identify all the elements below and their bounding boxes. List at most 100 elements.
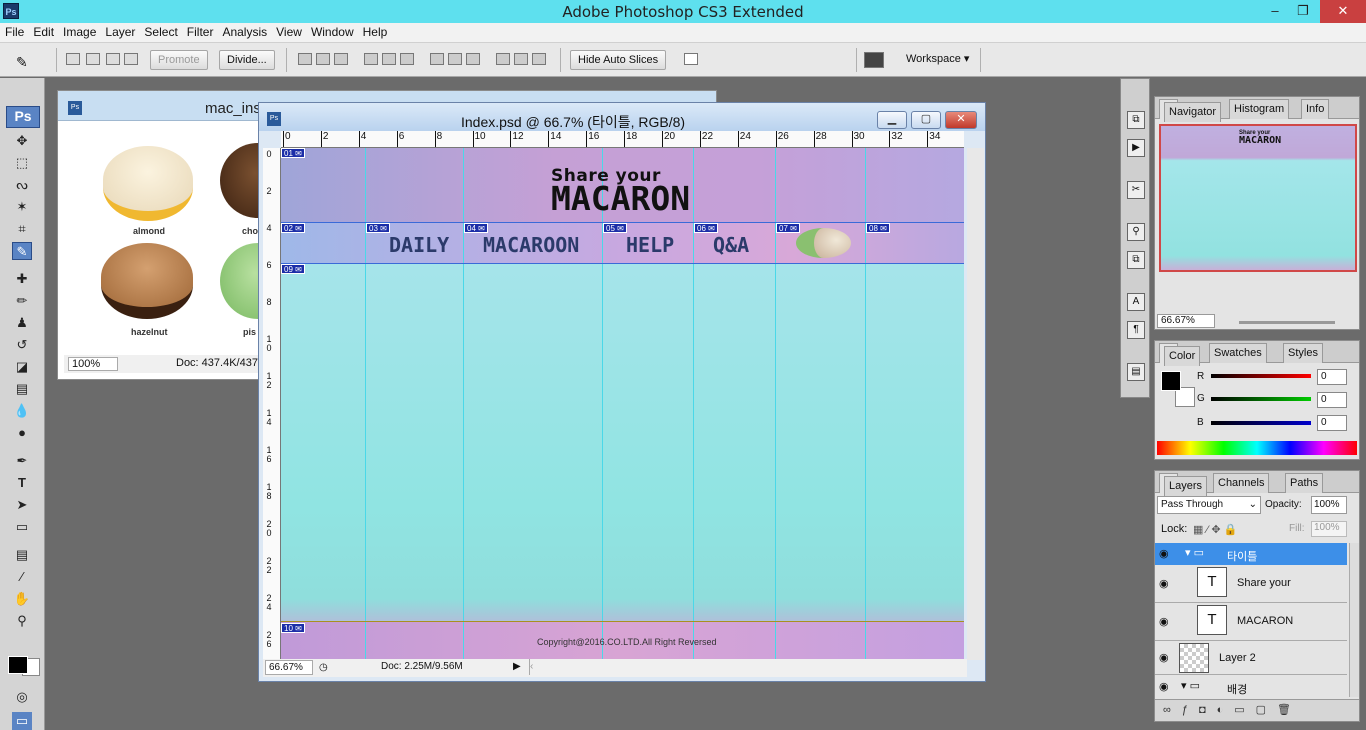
slice-badge[interactable]: 02 ✉ — [281, 223, 305, 233]
align-vcenter-icon[interactable] — [316, 53, 330, 65]
tab-navigator[interactable]: Navigator ✕ — [1159, 99, 1222, 122]
eye-icon[interactable]: ◉ — [1159, 651, 1169, 664]
slice-badge[interactable]: 09 ✉ — [281, 264, 305, 274]
promote-button[interactable]: Promote — [150, 50, 208, 70]
menu-image[interactable]: Image — [58, 23, 100, 39]
lasso-tool-icon[interactable]: ᔓ — [12, 176, 32, 194]
screen-mode-icon[interactable]: ▭ — [12, 712, 32, 730]
slice-badge[interactable]: 01 ✉ — [281, 148, 305, 158]
dodge-tool-icon[interactable]: ● — [12, 424, 32, 442]
layer-group-title[interactable]: ◉ ▾ ▭ 타이틀 — [1155, 543, 1347, 565]
opacity-input[interactable]: 100% — [1311, 496, 1347, 514]
distribute-bottom-icon[interactable] — [466, 53, 480, 65]
send-backward-icon[interactable] — [106, 53, 120, 65]
layer-macaron[interactable]: ◉ T MACARON — [1155, 603, 1347, 641]
doc2-zoom[interactable]: 66.67% — [265, 660, 313, 675]
tab-paths[interactable]: Paths — [1285, 473, 1324, 493]
align-bottom-icon[interactable] — [334, 53, 348, 65]
layer-share-your[interactable]: ◉ T Share your — [1155, 565, 1347, 603]
tab-color[interactable]: Color ✕ — [1159, 343, 1201, 366]
slice-badge[interactable]: 06 ✉ — [694, 223, 718, 233]
eyedropper-tool-icon[interactable]: ⁄ — [12, 568, 32, 586]
menu-filter[interactable]: Filter — [182, 23, 218, 39]
horizontal-scrollbar[interactable]: ‹ — [529, 659, 965, 675]
distribute-top-icon[interactable] — [430, 53, 444, 65]
workspace-menu[interactable]: Workspace ▾ — [906, 52, 969, 65]
menu-help[interactable]: Help — [358, 23, 392, 39]
align-top-icon[interactable] — [298, 53, 312, 65]
menu-edit[interactable]: Edit — [28, 23, 58, 39]
zoom-tool-icon[interactable]: ⚲ — [12, 612, 32, 630]
slice-badge[interactable]: 03 ✉ — [366, 223, 390, 233]
layer-comps-icon[interactable]: ▤ — [1127, 363, 1145, 381]
menu-analysis[interactable]: Analysis — [217, 23, 271, 39]
doc-maximize-button[interactable]: ▢ — [911, 111, 941, 129]
blur-tool-icon[interactable]: 💧 — [12, 402, 32, 420]
eye-icon[interactable]: ◉ — [1159, 577, 1169, 590]
fill-input[interactable]: 100% — [1311, 521, 1347, 537]
g-slider[interactable] — [1211, 397, 1311, 401]
navigator-zoom-slider[interactable] — [1239, 321, 1335, 324]
marquee-tool-icon[interactable]: ⬚ — [12, 154, 32, 172]
bridge-icon[interactable] — [864, 52, 884, 68]
clone-source-icon[interactable]: ⧉ — [1127, 251, 1145, 269]
quick-mask-icon[interactable]: ◎ — [12, 688, 32, 706]
fg-color-swatch[interactable] — [1161, 371, 1181, 391]
tab-info[interactable]: Info — [1301, 99, 1330, 119]
status-menu-icon[interactable]: ◷ — [319, 660, 328, 676]
slice-select-tool-icon[interactable]: ✎ — [16, 54, 30, 70]
menu-layer[interactable]: Layer — [100, 23, 139, 39]
tab-styles[interactable]: Styles — [1283, 343, 1323, 363]
type-tool-icon[interactable]: T — [12, 474, 32, 492]
lock-icons[interactable]: ▦ ⁄ ✥ 🔒 — [1193, 523, 1237, 536]
blend-mode-select[interactable]: Pass Through ⌄ — [1157, 496, 1261, 514]
distribute-right-icon[interactable] — [532, 53, 546, 65]
tab-layers[interactable]: Layers ✕ — [1159, 473, 1208, 496]
eye-icon[interactable]: ◉ — [1159, 547, 1169, 560]
eraser-tool-icon[interactable]: ◪ — [12, 358, 32, 376]
layers-footer-icons[interactable]: ∞ƒ◘◐▭▢🗑 — [1155, 699, 1359, 721]
doc1-zoom[interactable]: 100% — [68, 357, 118, 371]
layer-group-background[interactable]: ◉ ▾ ▭ 배경 — [1155, 677, 1347, 697]
path-select-tool-icon[interactable]: ➤ — [12, 496, 32, 514]
brushes-panel-icon[interactable]: ⚲ — [1127, 223, 1145, 241]
history-brush-tool-icon[interactable]: ↺ — [12, 336, 32, 354]
slice-options-icon[interactable] — [684, 53, 698, 65]
close-button[interactable]: ✕ — [1320, 0, 1366, 23]
distribute-hcenter-icon[interactable] — [514, 53, 528, 65]
b-value[interactable]: 0 — [1317, 415, 1347, 431]
vertical-scrollbar[interactable] — [967, 148, 984, 660]
hide-auto-slices-button[interactable]: Hide Auto Slices — [570, 50, 667, 70]
distribute-left-icon[interactable] — [496, 53, 510, 65]
menu-window[interactable]: Window — [306, 23, 358, 39]
move-tool-icon[interactable]: ✥ — [12, 132, 32, 150]
paragraph-panel-icon[interactable]: ¶ — [1127, 321, 1145, 339]
status-arrow-icon[interactable]: ▶ — [513, 659, 521, 675]
history-panel-icon[interactable]: ⧉ — [1127, 111, 1145, 129]
color-spectrum[interactable] — [1157, 441, 1357, 455]
layers-scrollbar[interactable] — [1349, 543, 1359, 697]
actions-panel-icon[interactable]: ▶ — [1127, 139, 1145, 157]
divide-button[interactable]: Divide... — [219, 50, 275, 70]
clone-stamp-tool-icon[interactable]: ♟ — [12, 314, 32, 332]
maximize-button[interactable]: ❐ — [1288, 0, 1318, 23]
menu-view[interactable]: View — [271, 23, 306, 39]
doc-minimize-button[interactable]: ▁ — [877, 111, 907, 129]
eye-icon[interactable]: ◉ — [1159, 615, 1169, 628]
layer-2[interactable]: ◉ Layer 2 — [1155, 641, 1347, 675]
slice-badge[interactable]: 08 ✉ — [866, 223, 890, 233]
slice-tool-icon[interactable]: ✎ — [12, 242, 32, 260]
menu-file[interactable]: File — [0, 23, 28, 39]
hand-tool-icon[interactable]: ✋ — [12, 590, 32, 608]
tab-channels[interactable]: Channels — [1213, 473, 1270, 493]
align-right-icon[interactable] — [400, 53, 414, 65]
menu-select[interactable]: Select — [139, 23, 181, 39]
r-value[interactable]: 0 — [1317, 369, 1347, 385]
shape-tool-icon[interactable]: ▭ — [12, 518, 32, 536]
r-slider[interactable] — [1211, 374, 1311, 378]
tool-presets-icon[interactable]: ✂ — [1127, 181, 1145, 199]
slice-badge[interactable]: 04 ✉ — [464, 223, 488, 233]
slice-badge[interactable]: 07 ✉ — [776, 223, 800, 233]
align-left-icon[interactable] — [364, 53, 378, 65]
character-panel-icon[interactable]: A — [1127, 293, 1145, 311]
